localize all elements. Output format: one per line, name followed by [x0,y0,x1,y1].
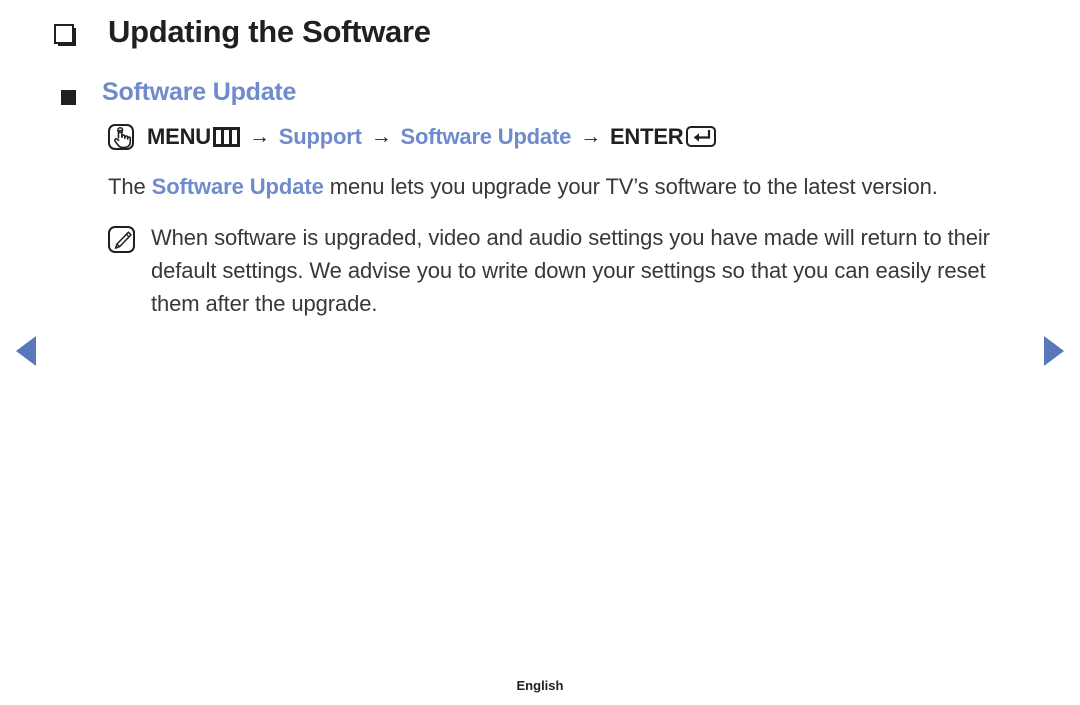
intro-paragraph-part2: menu lets you upgrade your TV’s software… [323,173,938,199]
note-text: When software is upgraded, video and aud… [151,224,990,316]
manual-page: Updating the Software Software Update ME… [0,0,1080,705]
content-column: Updating the Software Software Update ME… [50,8,1020,320]
page-title: Updating the Software [108,14,431,49]
hand-press-button-icon [108,123,134,150]
page-title-row: Updating the Software [50,8,1020,50]
menu-path-arrow-1: → [248,124,270,148]
intro-paragraph-highlight: Software Update [151,173,324,199]
hollow-square-bullet-icon [54,24,78,48]
menu-path-item-menu: MENU [147,123,211,149]
filled-square-bullet-icon [61,89,76,105]
menu-bars-icon [212,126,240,147]
menu-path-item-support: Support [278,123,362,149]
menu-path-item-enter: ENTER [609,123,684,149]
note-block: When software is upgraded, video and aud… [108,221,1028,320]
menu-path: MENU → Support → Software Update → ENTER [108,123,1020,150]
intro-paragraph-part1: The [108,173,152,199]
footer-language-label: English [516,678,564,693]
note-pencil-icon [108,225,135,253]
next-page-arrow-icon[interactable] [1044,336,1064,366]
intro-paragraph: The Software Update menu lets you upgrad… [108,170,1008,203]
section-title: Software Update [102,77,297,106]
menu-path-arrow-2: → [370,124,392,148]
section-title-row: Software Update [50,78,1020,107]
prev-page-arrow-icon[interactable] [16,336,36,366]
menu-path-arrow-3: → [580,124,601,148]
menu-path-item-software-update: Software Update [400,123,572,149]
enter-return-key-icon [685,126,716,148]
